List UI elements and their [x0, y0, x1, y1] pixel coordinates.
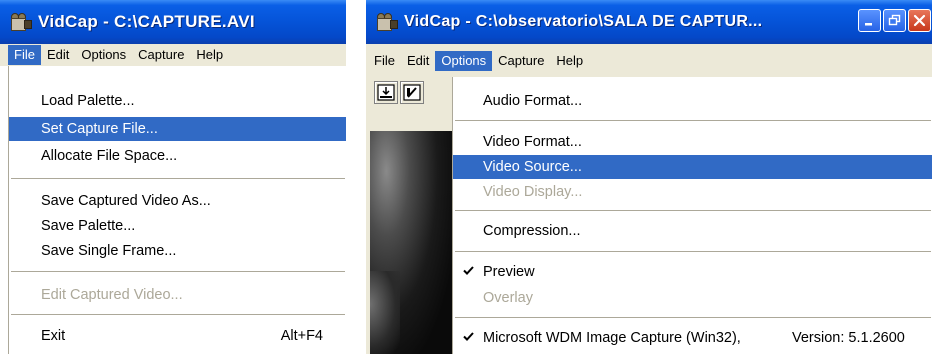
right-window: VidCap - C:\observatorio\SALA DE CAPTUR.…: [366, 0, 932, 354]
menu-options[interactable]: Options: [435, 50, 493, 71]
menu-edit[interactable]: Edit: [41, 45, 75, 65]
menu-item-save-single-frame[interactable]: Save Single Frame...: [9, 239, 346, 263]
menu-options[interactable]: Options: [75, 45, 132, 65]
video-preview-frame: [370, 131, 452, 354]
menu-item-save-captured-video-as[interactable]: Save Captured Video As...: [9, 189, 346, 213]
menu-item-capture-driver[interactable]: Microsoft WDM Image Capture (Win32), Ver…: [453, 326, 932, 350]
menu-item-edit-captured-video: Edit Captured Video...: [41, 287, 183, 303]
camera-icon: [376, 12, 398, 32]
menu-item-video-format[interactable]: Video Format...: [453, 130, 932, 154]
menu-help[interactable]: Help: [550, 51, 589, 71]
menu-separator: [11, 314, 345, 315]
menu-item-save-palette[interactable]: Save Palette...: [9, 214, 346, 238]
checkmark-icon: [463, 260, 474, 284]
capture-frame-icon[interactable]: [374, 81, 398, 104]
menu-item-video-source[interactable]: Video Source...: [453, 155, 932, 179]
right-titlebar[interactable]: VidCap - C:\observatorio\SALA DE CAPTUR.…: [366, 0, 932, 44]
window-title: VidCap - C:\CAPTURE.AVI: [38, 12, 255, 31]
exit-shortcut: Alt+F4: [280, 328, 323, 344]
file-menu-dropdown: Load Palette... Set Capture File... Allo…: [8, 66, 346, 354]
menu-file[interactable]: File: [8, 45, 41, 65]
video-preview-area: [366, 107, 452, 354]
menu-item-set-capture-file[interactable]: Set Capture File...: [9, 117, 346, 141]
menu-file[interactable]: File: [368, 51, 401, 71]
right-menubar: File Edit Options Capture Help: [366, 44, 932, 77]
menu-item-audio-format[interactable]: Audio Format...: [453, 89, 932, 113]
menu-separator: [455, 120, 931, 121]
left-window: VidCap - C:\CAPTURE.AVI File Edit Option…: [0, 0, 346, 354]
left-titlebar[interactable]: VidCap - C:\CAPTURE.AVI: [0, 0, 346, 44]
window-title: VidCap - C:\observatorio\SALA DE CAPTUR.…: [404, 13, 763, 30]
close-icon[interactable]: [908, 9, 931, 32]
camera-icon: [10, 12, 32, 32]
menu-help[interactable]: Help: [190, 45, 229, 65]
left-menubar: File Edit Options Capture Help: [0, 44, 346, 66]
minimize-icon[interactable]: [858, 9, 881, 32]
menu-capture[interactable]: Capture: [492, 51, 550, 71]
menu-separator: [455, 210, 931, 211]
driver-name: Microsoft WDM Image Capture (Win32),: [483, 330, 741, 346]
edit-frame-icon[interactable]: [400, 81, 424, 104]
menu-separator: [11, 271, 345, 272]
menu-separator: [455, 317, 931, 318]
menu-edit[interactable]: Edit: [401, 51, 435, 71]
menu-item-video-display: Video Display...: [483, 184, 583, 200]
menu-separator: [11, 178, 345, 179]
menu-separator: [455, 251, 931, 252]
menu-item-preview[interactable]: Preview: [453, 260, 932, 284]
restore-icon[interactable]: [883, 9, 906, 32]
menu-item-load-palette[interactable]: Load Palette...: [9, 89, 346, 113]
driver-version: Version: 5.1.2600: [792, 330, 905, 346]
checkmark-icon: [463, 326, 474, 350]
menu-item-compression[interactable]: Compression...: [453, 219, 932, 243]
toolbar: [366, 77, 452, 107]
menu-item-exit[interactable]: Exit Alt+F4: [9, 324, 346, 348]
menu-capture[interactable]: Capture: [132, 45, 190, 65]
options-menu-dropdown: Audio Format... Video Format... Video So…: [452, 77, 932, 354]
menu-item-overlay: Overlay: [483, 290, 533, 306]
menu-item-allocate-file-space[interactable]: Allocate File Space...: [9, 144, 346, 168]
